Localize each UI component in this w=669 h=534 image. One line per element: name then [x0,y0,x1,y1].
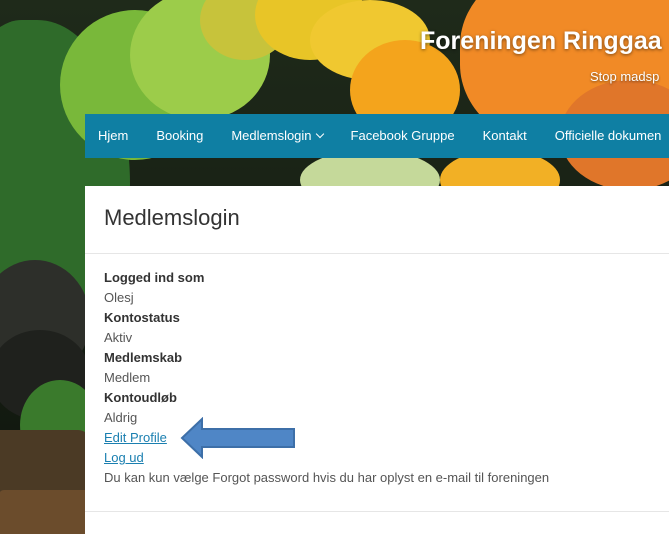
chevron-down-icon [315,129,324,139]
membership-label: Medlemskab [104,350,183,365]
page-title: Medlemslogin [104,205,240,230]
password-note: Du kan kun vælge Forgot password hvis du… [104,470,550,485]
main-content: Medlemslogin Logged ind som Olesj Kontos… [85,186,669,534]
logged-in-value: Olesj [104,290,134,305]
account-status-label: Kontostatus [104,310,180,325]
nav-item-hjem[interactable]: Hjem [85,114,142,158]
nav-item-medlemslogin-label: Medlemslogin [231,128,312,143]
nav-item-medlemslogin[interactable]: Medlemslogin [217,114,336,158]
account-status-value: Aktiv [104,330,133,345]
site-subtitle: Stop madsp [590,69,660,84]
nav-item-booking[interactable]: Booking [142,114,217,158]
account-info: Logged ind som Olesj Kontostatus Aktiv M… [104,268,549,488]
nav-item-facebook-gruppe[interactable]: Facebook Gruppe [337,114,469,158]
divider [85,253,669,254]
nav-item-officielle-dokumenter[interactable]: Officielle dokumen [541,114,669,158]
expiry-value: Aldrig [104,410,138,425]
arrow-left-icon [180,417,295,459]
nav-item-kontakt[interactable]: Kontakt [469,114,541,158]
edit-profile-link[interactable]: Edit Profile [104,430,167,445]
divider [85,511,669,512]
logged-in-label: Logged ind som [104,270,205,285]
main-navigation: Hjem Booking Medlemslogin Facebook Grupp… [85,114,669,158]
membership-value: Medlem [104,370,151,385]
expiry-label: Kontoudløb [104,390,177,405]
site-title[interactable]: Foreningen Ringgaa [420,27,669,56]
logout-link[interactable]: Log ud [104,450,144,465]
